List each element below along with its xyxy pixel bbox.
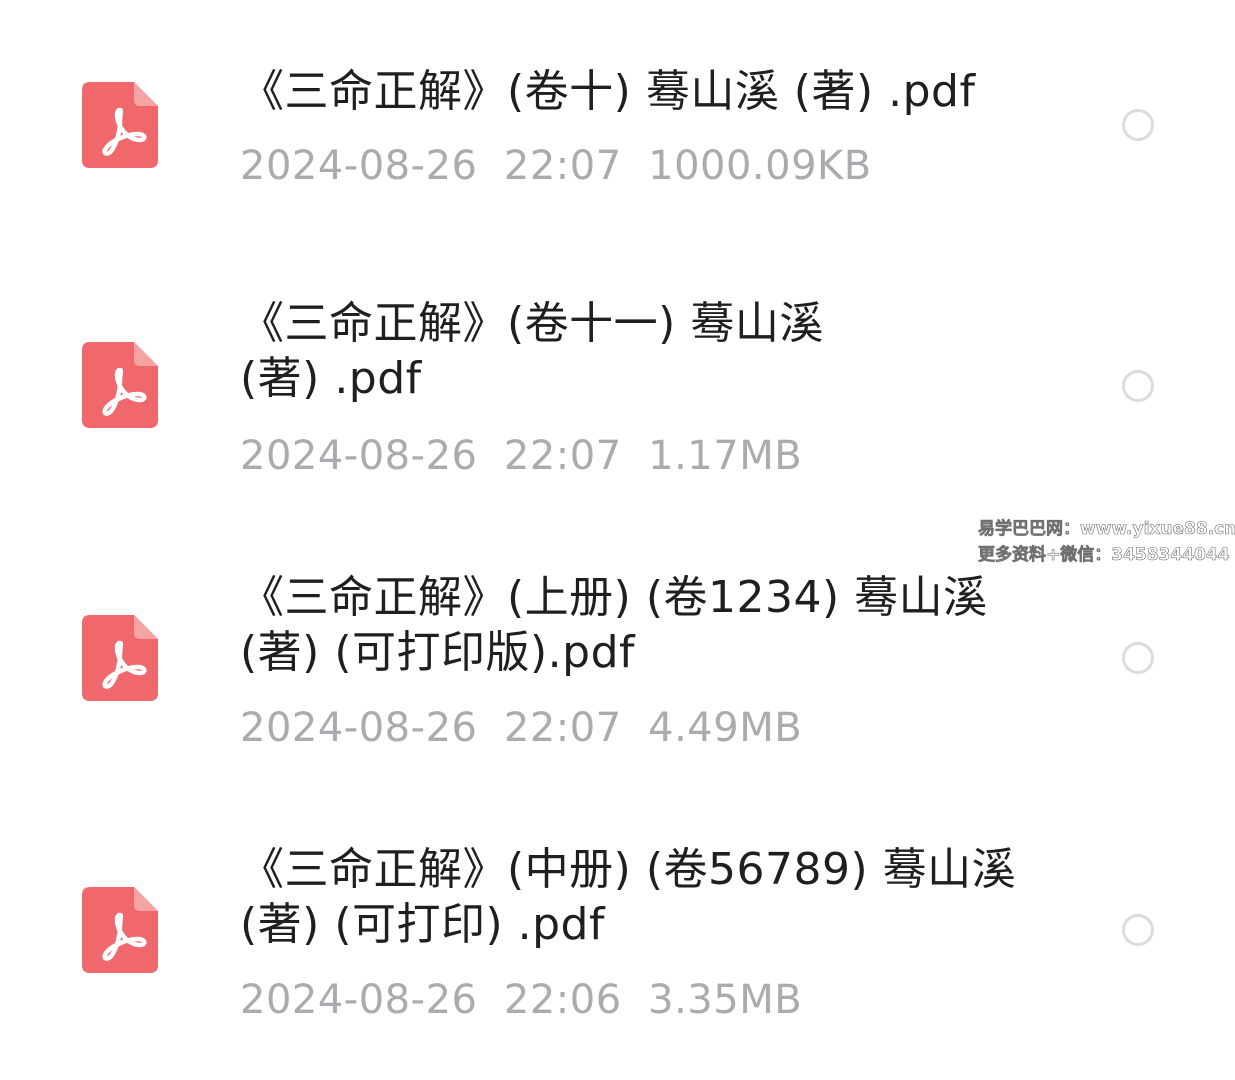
file-size: 1000.09KB [648, 143, 872, 189]
pdf-icon [82, 82, 158, 168]
file-meta: 2024-08-26 22:07 4.49MB [240, 704, 802, 752]
file-date: 2024-08-26 [240, 143, 478, 189]
file-name: 《三命正解》(卷十一) 蓦山溪 (著) .pdf [240, 298, 824, 404]
select-radio[interactable] [1122, 109, 1154, 141]
watermark: 易学巴巴网：www.yixue88.cn 更多资料+微信：3458344044 [978, 516, 1235, 568]
file-name: 《三命正解》(中册) (卷56789) 蓦山溪 (著) (可打印) .pdf [240, 844, 1017, 950]
file-size: 1.17MB [648, 433, 803, 479]
file-date: 2024-08-26 [240, 977, 478, 1023]
file-list-screen: 《三命正解》(卷十) 蓦山溪 (著) .pdf 2024-08-26 22:07… [0, 0, 1235, 1080]
file-meta: 2024-08-26 22:06 3.35MB [240, 976, 802, 1024]
select-radio[interactable] [1122, 370, 1154, 402]
select-radio[interactable] [1122, 914, 1154, 946]
file-list-item[interactable]: 《三命正解》(中册) (卷56789) 蓦山溪 (著) (可打印) .pdf 2… [0, 792, 1235, 1080]
file-date: 2024-08-26 [240, 705, 478, 751]
watermark-line: 更多资料+微信：3458344044 [978, 545, 1230, 566]
file-size: 3.35MB [648, 977, 803, 1023]
file-size: 4.49MB [648, 705, 803, 751]
file-time: 22:07 [503, 705, 622, 751]
file-name: 《三命正解》(上册) (卷1234) 蓦山溪 (著) (可打印版).pdf [240, 572, 988, 678]
file-time: 22:06 [503, 977, 622, 1023]
file-name: 《三命正解》(卷十) 蓦山溪 (著) .pdf [240, 66, 976, 117]
pdf-icon [82, 615, 158, 701]
file-list-item[interactable]: 《三命正解》(卷十一) 蓦山溪 (著) .pdf 2024-08-26 22:0… [0, 250, 1235, 520]
file-list-item[interactable]: 《三命正解》(卷十) 蓦山溪 (著) .pdf 2024-08-26 22:07… [0, 0, 1235, 250]
select-radio[interactable] [1122, 642, 1154, 674]
pdf-icon [82, 887, 158, 973]
file-time: 22:07 [503, 143, 622, 189]
file-time: 22:07 [503, 433, 622, 479]
pdf-icon [82, 342, 158, 428]
file-meta: 2024-08-26 22:07 1.17MB [240, 432, 802, 480]
file-meta: 2024-08-26 22:07 1000.09KB [240, 142, 872, 190]
watermark-line: 易学巴巴网：www.yixue88.cn [978, 519, 1235, 540]
file-date: 2024-08-26 [240, 433, 478, 479]
